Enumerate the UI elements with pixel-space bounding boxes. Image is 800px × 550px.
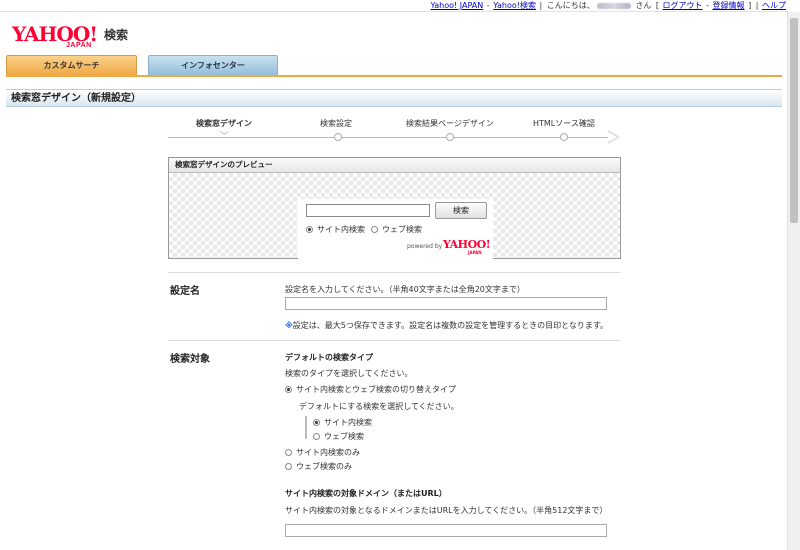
- greeting-suffix: さん: [635, 1, 652, 10]
- radio-web-only-label: ウェブ検索のみ: [296, 462, 352, 471]
- radio-web-only[interactable]: ウェブ検索のみ: [285, 461, 352, 472]
- separator: -: [486, 1, 490, 10]
- radio-switch-type[interactable]: サイト内検索とウェブ検索の切り替えタイプ: [285, 384, 456, 395]
- field-label-target: 検索対象: [170, 354, 210, 365]
- preview-background: 検索 サイト内検索 ウェブ検索 powered by YAHOO! JAPAN: [169, 173, 620, 259]
- step-dot-icon: [334, 133, 342, 141]
- step-dot-icon: [560, 133, 568, 141]
- preview-search-widget: 検索 サイト内検索 ウェブ検索 powered by YAHOO! JAPAN: [298, 199, 493, 259]
- radio-selected-icon: [285, 386, 292, 393]
- radio-site-only[interactable]: サイト内検索のみ: [285, 447, 360, 458]
- radio-icon: [371, 226, 378, 233]
- scrollbar-thumb[interactable]: [790, 18, 798, 223]
- name-note-text: 設定は、最大5つ保存できます。設定名は複数の設定を管理するときの目印となります。: [292, 321, 609, 330]
- preview-radio-web[interactable]: ウェブ検索: [371, 224, 422, 235]
- step-line: [168, 137, 616, 138]
- name-note: ※設定は、最大5つ保存できます。設定名は複数の設定を管理するときの目印となります…: [285, 320, 608, 331]
- note-mark: ※: [285, 321, 293, 330]
- separator: |: [755, 1, 759, 10]
- logo-kensaku-text: 検索: [104, 28, 129, 42]
- page-title: 検索窓デザイン（新規設定）: [6, 89, 782, 107]
- logo-japan-text: JAPAN: [66, 42, 92, 49]
- separator: |: [539, 1, 543, 10]
- nested-indicator: [305, 416, 307, 439]
- bracket: [: [655, 1, 659, 10]
- domain-instruction: サイト内検索の対象となるドメインまたはURLを入力してください。（半角512文字…: [285, 506, 608, 515]
- step-dot-icon: [446, 133, 454, 141]
- domain-heading: サイト内検索の対象ドメイン（またはURL）: [285, 489, 447, 498]
- search-box-preview: 検索窓デザインのプレビュー 検索 サイト内検索 ウェブ検索 powered by…: [168, 157, 621, 259]
- radio-default-web[interactable]: ウェブ検索: [313, 431, 364, 442]
- yahoo-search-logo[interactable]: YAHOO! JAPAN 検索: [12, 22, 128, 49]
- default-select-instruction: デフォルトにする検索を選択してください。: [299, 402, 459, 411]
- radio-selected-icon: [313, 419, 320, 426]
- step-settings-label: 検索設定: [320, 119, 352, 128]
- radio-site-only-label: サイト内検索のみ: [296, 448, 360, 457]
- step-design-label: 検索窓デザイン: [196, 119, 252, 128]
- name-instruction: 設定名を入力してください。（半角40文字または全角20文字まで）: [285, 285, 525, 294]
- yahoo-search-link[interactable]: Yahoo!検索: [493, 1, 536, 10]
- tab-underline: [6, 75, 782, 77]
- preview-radio-site-label: サイト内検索: [317, 225, 365, 234]
- divider: [168, 272, 621, 273]
- default-type-instruction: 検索のタイプを選択してください。: [285, 369, 413, 378]
- tab-custom-search[interactable]: カスタムサーチ: [6, 55, 137, 75]
- divider: [168, 340, 621, 341]
- top-nav: Yahoo! JAPAN - Yahoo!検索 | こんにちは、 さん [ ログ…: [430, 0, 786, 11]
- help-link[interactable]: ヘルプ: [762, 1, 786, 10]
- current-step-chevron-icon: ﹀: [220, 132, 230, 142]
- field-label-name: 設定名: [170, 286, 200, 297]
- tab-info-center[interactable]: インフォセンター: [148, 55, 278, 75]
- radio-selected-icon: [306, 226, 313, 233]
- vertical-scrollbar[interactable]: [787, 12, 800, 550]
- radio-default-site[interactable]: サイト内検索: [313, 417, 372, 428]
- radio-icon: [313, 433, 320, 440]
- bracket: ]: [748, 1, 752, 10]
- preview-search-button[interactable]: 検索: [435, 202, 487, 219]
- preview-radio-site[interactable]: サイト内検索: [306, 224, 365, 235]
- preview-search-input[interactable]: [306, 204, 430, 217]
- step-html-label: HTMLソース確認: [533, 119, 595, 128]
- domain-input[interactable]: [285, 524, 607, 537]
- username-redacted: [596, 2, 631, 9]
- preview-title: 検索窓デザインのプレビュー: [169, 158, 620, 173]
- preview-yahoo-logo-japan: JAPAN: [468, 250, 482, 255]
- radio-icon: [285, 463, 292, 470]
- preview-radio-web-label: ウェブ検索: [382, 225, 422, 234]
- logo-yahoo-text: YAHOO!: [12, 22, 98, 46]
- step-result-design-label: 検索結果ページデザイン: [406, 119, 494, 128]
- separator: -: [706, 1, 709, 10]
- logout-link[interactable]: ログアウト: [663, 1, 703, 10]
- default-type-heading: デフォルトの検索タイプ: [285, 353, 373, 362]
- radio-default-web-label: ウェブ検索: [324, 432, 364, 441]
- preview-yahoo-logo: YAHOO!: [443, 238, 491, 251]
- name-input[interactable]: [285, 297, 607, 310]
- yahoo-japan-link[interactable]: Yahoo! JAPAN: [430, 1, 483, 10]
- powered-by-text: powered by: [407, 243, 443, 250]
- greeting-prefix: こんにちは、: [546, 1, 595, 10]
- radio-switch-type-label: サイト内検索とウェブ検索の切り替えタイプ: [296, 385, 456, 394]
- radio-icon: [285, 449, 292, 456]
- account-link[interactable]: 登録情報: [713, 1, 745, 10]
- wizard-steps: 検索窓デザイン 検索設定 検索結果ページデザイン HTMLソース確認 ﹀: [168, 116, 623, 146]
- top-divider: [0, 11, 788, 12]
- radio-default-site-label: サイト内検索: [324, 418, 372, 427]
